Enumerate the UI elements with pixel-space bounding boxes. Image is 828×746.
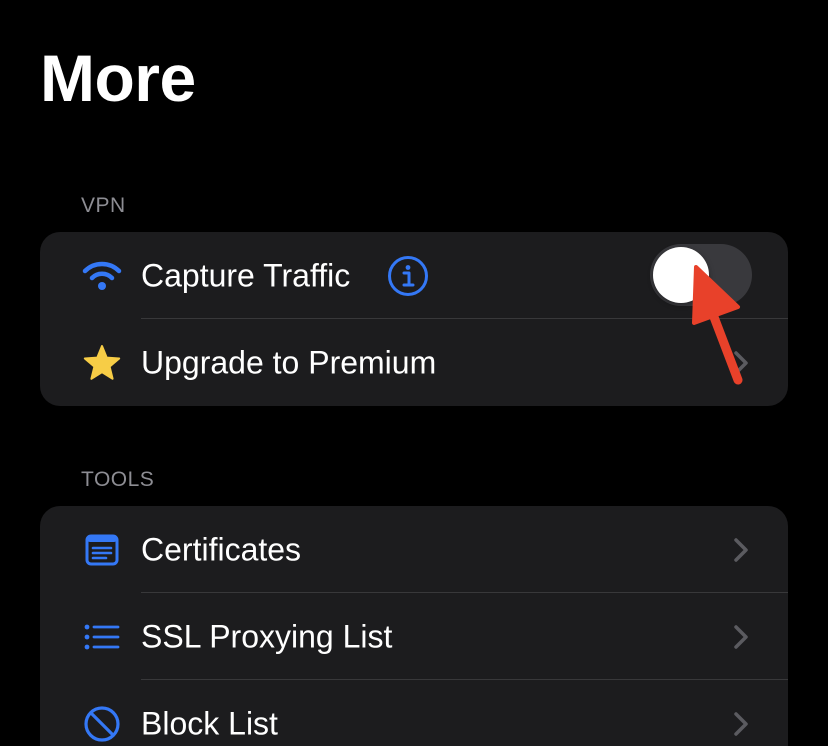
upgrade-premium-label: Upgrade to Premium [141, 344, 437, 380]
capture-traffic-label: Capture Traffic [141, 257, 351, 293]
document-icon [82, 530, 122, 570]
chevron-right-icon [732, 624, 750, 650]
star-icon [82, 343, 122, 383]
chevron-right-icon [732, 537, 750, 563]
section-header-vpn: VPN [81, 194, 126, 217]
certificates-label: Certificates [141, 531, 302, 567]
page-title: More [40, 41, 196, 115]
ssl-proxying-list-label: SSL Proxying List [141, 618, 393, 654]
info-circle-icon[interactable] [387, 255, 429, 297]
wifi-icon [82, 256, 122, 296]
toggle-knob [653, 247, 709, 303]
row-upgrade-premium[interactable]: Upgrade to Premium [40, 319, 788, 406]
row-capture-traffic: Capture Traffic [40, 232, 788, 319]
row-block-list[interactable]: Block List [40, 680, 788, 746]
row-ssl-proxying-list[interactable]: SSL Proxying List [40, 593, 788, 680]
vpn-group: Capture Traffic Upgrade to Premium [40, 232, 788, 406]
list-icon [82, 617, 122, 657]
row-certificates[interactable]: Certificates [40, 506, 788, 593]
chevron-right-icon [732, 350, 750, 376]
capture-traffic-toggle[interactable] [650, 244, 752, 306]
section-header-tools: TOOLS [81, 468, 155, 491]
tools-group: Certificates SSL Proxying List Block Lis… [40, 506, 788, 746]
